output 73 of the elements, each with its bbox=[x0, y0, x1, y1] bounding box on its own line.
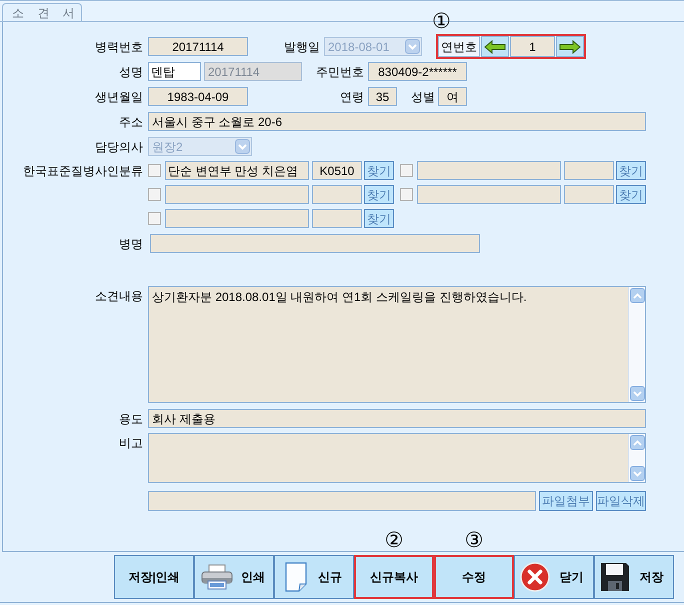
field-label: 연령 bbox=[340, 90, 364, 102]
close-button[interactable]: 닫기 bbox=[514, 555, 594, 599]
scrollbar[interactable] bbox=[628, 287, 645, 402]
checkbox[interactable] bbox=[148, 164, 161, 177]
age-field[interactable]: 35 bbox=[368, 87, 397, 106]
checkbox[interactable] bbox=[148, 188, 161, 201]
name-field[interactable]: 덴탑 bbox=[148, 62, 201, 81]
record-number-field[interactable]: 20171114 bbox=[148, 37, 248, 56]
attachment-field[interactable] bbox=[148, 491, 536, 511]
checkbox[interactable] bbox=[148, 212, 161, 225]
disease-code-field[interactable] bbox=[564, 161, 614, 180]
field-label: 발행일 bbox=[284, 40, 320, 52]
toolbar-button[interactable]: 수정 bbox=[434, 555, 514, 599]
birth-date-field[interactable]: 1983-04-09 bbox=[148, 87, 248, 106]
scroll-up-button[interactable] bbox=[630, 435, 644, 450]
disease-code-field[interactable] bbox=[312, 185, 362, 204]
disease-name-field[interactable] bbox=[165, 185, 309, 204]
disease-name-field[interactable]: 단순 변연부 만성 치은염 bbox=[165, 161, 309, 180]
chevron-down-icon bbox=[632, 390, 642, 396]
disease-code-field[interactable] bbox=[564, 185, 614, 204]
scroll-up-button[interactable] bbox=[630, 288, 644, 303]
resident-number-field[interactable]: 830409-2****** bbox=[368, 62, 467, 81]
chevron-up-icon bbox=[632, 292, 642, 298]
chevron-down-icon bbox=[632, 470, 642, 476]
field-label: 담당의사 bbox=[95, 140, 143, 152]
field-label: 비고 bbox=[119, 437, 143, 449]
disease-code-field[interactable] bbox=[312, 209, 362, 228]
disease-name-field[interactable] bbox=[417, 161, 561, 180]
sex-field[interactable]: 여 bbox=[438, 87, 467, 106]
field-label: 생년월일 bbox=[95, 90, 143, 102]
chevron-down-icon bbox=[405, 39, 420, 54]
field-label: 병명 bbox=[119, 238, 143, 250]
disease-code-field[interactable]: K0510 bbox=[312, 161, 362, 180]
print-button[interactable]: 인쇄 bbox=[194, 555, 274, 599]
address-field[interactable]: 서울시 중구 소월로 20-6 bbox=[148, 112, 646, 131]
scrollbar[interactable] bbox=[628, 434, 645, 482]
field-label: 병력번호 bbox=[95, 40, 143, 52]
close-icon bbox=[520, 562, 550, 592]
field-label: 주소 bbox=[119, 116, 143, 128]
scroll-down-button[interactable] bbox=[630, 466, 644, 481]
checkbox[interactable] bbox=[400, 188, 413, 201]
printer-icon bbox=[201, 564, 233, 590]
next-button[interactable] bbox=[556, 36, 584, 57]
field-label: 성별 bbox=[411, 90, 435, 102]
toolbar-button[interactable]: 저장|인쇄 bbox=[114, 555, 194, 599]
diagnosis-field[interactable] bbox=[150, 234, 480, 253]
chevron-down-icon bbox=[235, 139, 250, 154]
field-label: 한국표준질병사인분류 bbox=[23, 164, 143, 176]
right-arrow-icon bbox=[559, 40, 581, 54]
serial-number-label: 연번호 bbox=[438, 36, 480, 57]
callout-number: ② bbox=[384, 530, 404, 551]
toolbar-button[interactable]: 신규복사 bbox=[354, 555, 434, 599]
tab[interactable]: 소 견 서 bbox=[2, 3, 82, 21]
serial-number-field[interactable]: 1 bbox=[510, 36, 555, 57]
field-label: 소견내용 bbox=[95, 290, 143, 302]
field-label: 용도 bbox=[119, 412, 143, 424]
findings-textarea[interactable]: 상기환자분 2018.08.01일 내원하여 연1회 스케일링을 진행하였습니다. bbox=[148, 286, 646, 403]
callout-number: ③ bbox=[464, 530, 484, 551]
scroll-down-button[interactable] bbox=[630, 386, 644, 401]
purpose-field[interactable]: 회사 제출용 bbox=[148, 409, 646, 428]
previous-button[interactable] bbox=[481, 36, 509, 57]
chevron-up-icon bbox=[632, 440, 642, 446]
callout-number: ① bbox=[432, 11, 451, 32]
disease-name-field[interactable] bbox=[417, 185, 561, 204]
disease-name-field[interactable] bbox=[165, 209, 309, 228]
remarks-textarea[interactable] bbox=[148, 433, 646, 483]
save-button[interactable]: 저장 bbox=[594, 555, 674, 599]
document-icon bbox=[285, 562, 307, 592]
left-arrow-icon bbox=[484, 40, 506, 54]
field-label: 성명 bbox=[119, 66, 143, 78]
field-label: 주민번호 bbox=[316, 66, 364, 78]
new-button[interactable]: 신규 bbox=[274, 555, 354, 599]
checkbox[interactable] bbox=[400, 164, 413, 177]
